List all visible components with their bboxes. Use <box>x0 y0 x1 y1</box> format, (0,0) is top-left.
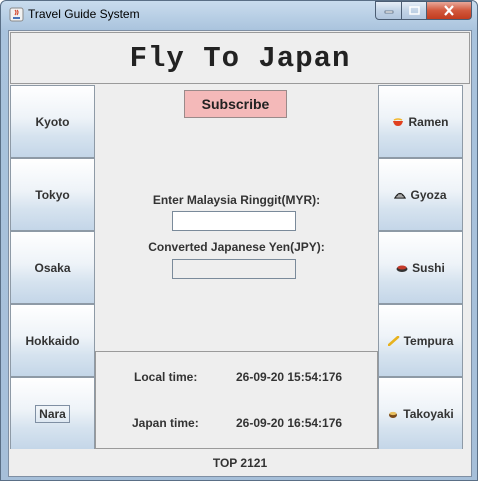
food-label: Gyoza <box>410 187 447 202</box>
close-button[interactable] <box>426 1 472 20</box>
local-time-label: Local time: <box>134 370 198 384</box>
city-label: Nara <box>35 404 70 423</box>
japan-time-label: Japan time: <box>132 416 199 430</box>
time-panel: Local time: 26-09-20 15:54:176 Japan tim… <box>95 351 378 449</box>
footer: TOP 2121 <box>10 449 470 476</box>
food-button-ramen[interactable]: Ramen <box>378 85 463 158</box>
title-bar[interactable]: Travel Guide System <box>1 1 477 29</box>
minimize-button[interactable] <box>375 1 402 20</box>
header-panel: Fly To Japan <box>10 32 470 84</box>
city-label: Kyoto <box>35 114 70 129</box>
maximize-icon <box>408 6 420 15</box>
close-icon <box>444 5 454 16</box>
food-label: Sushi <box>412 260 445 275</box>
page-title: Fly To Japan <box>129 41 351 75</box>
converter-panel: Subscribe Enter Malaysia Ringgit(MYR): C… <box>95 85 378 351</box>
city-label: Hokkaido <box>25 333 80 348</box>
takoyaki-icon <box>389 411 398 418</box>
gyoza-icon <box>394 192 407 199</box>
myr-input[interactable] <box>172 211 296 231</box>
java-app-icon <box>9 7 24 22</box>
city-button-hokkaido[interactable]: Hokkaido <box>10 304 95 377</box>
food-label: Tempura <box>403 333 454 348</box>
ramen-icon <box>393 117 404 126</box>
city-button-tokyo[interactable]: Tokyo <box>10 158 95 231</box>
food-label: Ramen <box>408 114 449 129</box>
maximize-button[interactable] <box>401 1 427 20</box>
app-window: Travel Guide System Fly To Japan Kyoto T… <box>0 0 478 481</box>
food-button-gyoza[interactable]: Gyoza <box>378 158 463 231</box>
subscribe-button[interactable]: Subscribe <box>184 90 287 118</box>
food-button-takoyaki[interactable]: Takoyaki <box>378 377 463 450</box>
city-button-kyoto[interactable]: Kyoto <box>10 85 95 158</box>
minimize-icon <box>384 10 393 13</box>
jpy-output[interactable] <box>172 259 296 279</box>
jpy-label: Converted Japanese Yen(JPY): <box>148 240 325 254</box>
food-label: Takoyaki <box>403 406 454 421</box>
content-pane: Fly To Japan Kyoto Tokyo Osaka Hokkaido … <box>8 30 472 477</box>
city-label: Tokyo <box>35 187 70 202</box>
city-label: Osaka <box>34 260 71 275</box>
myr-label: Enter Malaysia Ringgit(MYR): <box>152 193 321 207</box>
food-button-sushi[interactable]: Sushi <box>378 231 463 304</box>
city-button-nara[interactable]: Nara <box>10 377 95 450</box>
tempura-icon <box>387 335 399 346</box>
food-button-tempura[interactable]: Tempura <box>378 304 463 377</box>
local-time-value: 26-09-20 15:54:176 <box>236 370 343 384</box>
japan-time-value: 26-09-20 16:54:176 <box>236 416 343 430</box>
city-button-osaka[interactable]: Osaka <box>10 231 95 304</box>
sushi-icon <box>396 265 408 272</box>
footer-text: TOP 2121 <box>212 455 268 470</box>
window-title: Travel Guide System <box>28 7 140 21</box>
